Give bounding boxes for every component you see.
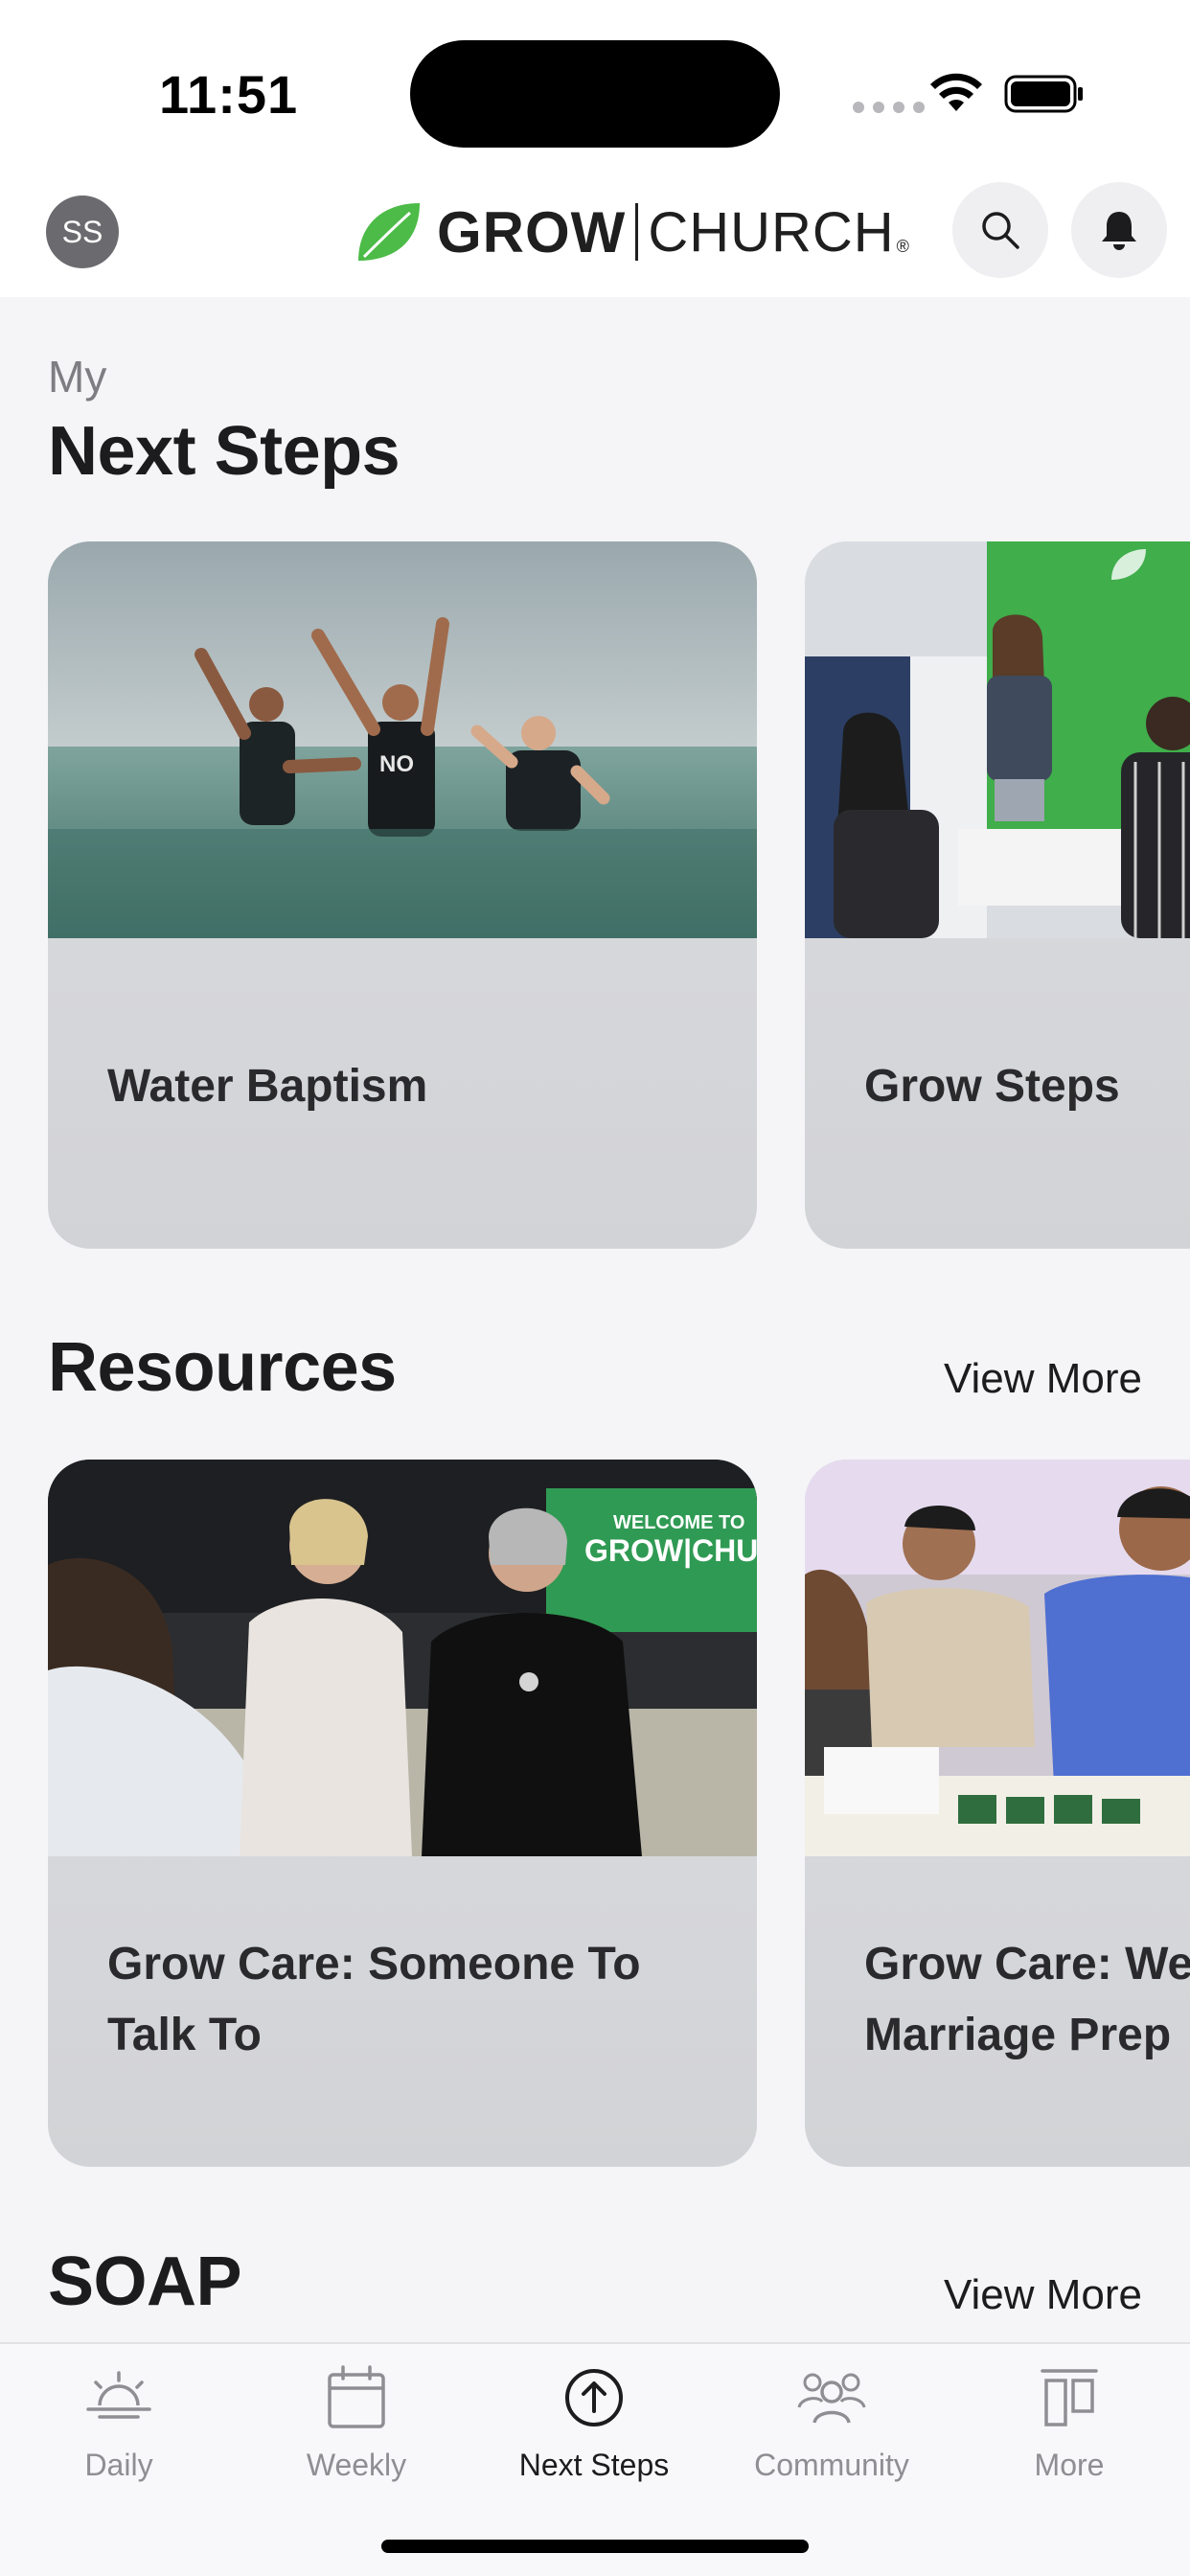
search-button[interactable] xyxy=(952,182,1048,278)
water-baptism-image: NO xyxy=(48,541,757,938)
tab-daily[interactable]: Daily xyxy=(13,2361,224,2483)
arrow-up-circle-icon xyxy=(565,2369,623,2426)
logo-wordmark-church: CHURCH xyxy=(648,200,895,264)
next-step-card-water-baptism[interactable]: NO Water Baptism xyxy=(48,541,757,1249)
someone-to-talk-to-image: WELCOME TO GROW|CHU xyxy=(48,1460,757,1856)
sunrise-icon xyxy=(86,2371,151,2419)
grow-steps-image xyxy=(805,541,1190,938)
tab-label: More xyxy=(1034,2448,1105,2482)
home-indicator xyxy=(381,2540,809,2553)
tab-next-steps[interactable]: Next Steps xyxy=(489,2361,699,2483)
tab-community[interactable]: Community xyxy=(726,2361,937,2483)
cellular-signal-icon xyxy=(853,102,925,113)
tab-label: Daily xyxy=(84,2448,153,2482)
resource-card-marriage-prep[interactable]: Grow Care: Wedding & Marriage Prep xyxy=(805,1460,1190,2167)
card-title: Grow Care: Wedding & Marriage Prep xyxy=(864,1939,1190,2060)
next-steps-eyebrow: My xyxy=(48,352,107,402)
soap-title: SOAP xyxy=(48,2243,242,2320)
logo-wordmark-grow: GROW xyxy=(437,199,627,264)
resources-view-more-link[interactable]: View More xyxy=(944,1355,1142,1403)
soap-view-more-link[interactable]: View More xyxy=(944,2271,1142,2319)
resource-card-someone-to-talk-to[interactable]: WELCOME TO GROW|CHU Grow Care: Someone T… xyxy=(48,1460,757,2167)
svg-text:WELCOME TO: WELCOME TO xyxy=(613,1512,744,1533)
wifi-icon xyxy=(930,73,982,111)
logo-registered-mark: ® xyxy=(896,236,909,256)
next-step-card-grow-steps[interactable]: Grow Steps xyxy=(805,541,1190,1249)
tab-weekly[interactable]: Weekly xyxy=(251,2361,462,2483)
columns-icon xyxy=(1041,2369,1098,2426)
people-icon xyxy=(797,2373,866,2424)
status-bar: 11:51 xyxy=(0,0,1190,172)
marriage-prep-image xyxy=(805,1460,1190,1856)
main-content[interactable]: My Next Steps NO Water Baptism Grow Step… xyxy=(0,297,1190,2342)
resources-title: Resources xyxy=(48,1329,397,1406)
app-header: SS GROW CHURCH ® xyxy=(0,172,1190,297)
card-title: Water Baptism xyxy=(107,1061,428,1112)
card-title: Grow Care: Someone To Talk To xyxy=(107,1939,641,2060)
leaf-logo-icon xyxy=(358,203,420,261)
dynamic-island xyxy=(410,40,780,148)
battery-icon xyxy=(1004,75,1083,113)
tab-label: Next Steps xyxy=(518,2448,670,2482)
logo-divider xyxy=(635,203,639,261)
bell-icon xyxy=(1102,212,1136,250)
next-steps-title: Next Steps xyxy=(48,413,400,490)
tab-label: Community xyxy=(754,2448,909,2482)
search-icon xyxy=(982,212,1019,249)
avatar[interactable]: SS xyxy=(46,196,119,268)
svg-text:NO: NO xyxy=(379,751,414,777)
calendar-icon xyxy=(328,2365,385,2428)
tab-more[interactable]: More xyxy=(964,2361,1175,2483)
tab-label: Weekly xyxy=(306,2448,407,2482)
card-title: Grow Steps xyxy=(864,1061,1120,1112)
grow-church-logo: GROW CHURCH ® xyxy=(355,197,909,266)
notifications-button[interactable] xyxy=(1071,182,1167,278)
svg-text:GROW|CHU: GROW|CHU xyxy=(584,1533,757,1568)
status-time: 11:51 xyxy=(159,64,299,125)
